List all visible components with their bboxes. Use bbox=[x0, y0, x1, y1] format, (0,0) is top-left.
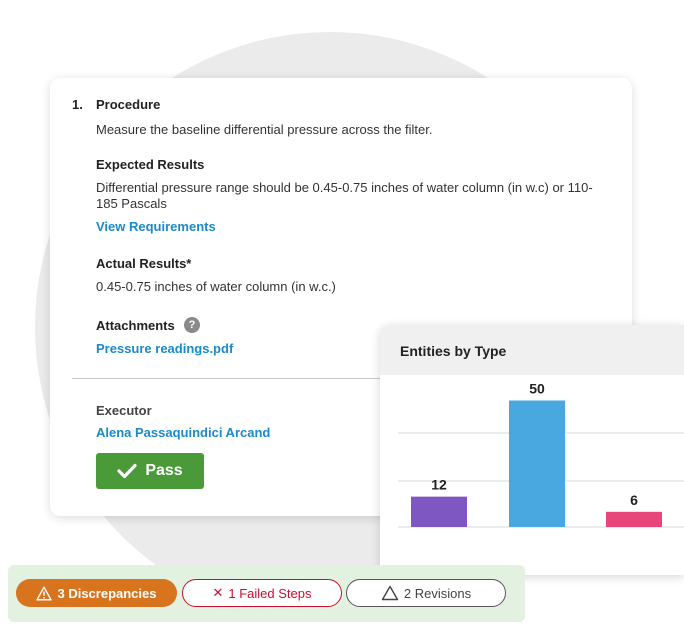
chart-bar bbox=[411, 496, 467, 527]
executor-label: Executor bbox=[96, 403, 152, 418]
procedure-heading: Procedure bbox=[96, 97, 161, 112]
actual-results-text: 0.45-0.75 inches of water column (in w.c… bbox=[96, 279, 336, 294]
chart-bar bbox=[606, 511, 662, 527]
expected-results-heading: Expected Results bbox=[96, 157, 205, 172]
revisions-label: 2 Revisions bbox=[403, 585, 472, 601]
procedure-text: Measure the baseline differential pressu… bbox=[96, 122, 433, 137]
warning-icon bbox=[36, 586, 53, 600]
chart-title: Entities by Type bbox=[400, 343, 507, 359]
bar-value-label: 6 bbox=[630, 492, 638, 508]
bar-value-label: 50 bbox=[529, 381, 545, 397]
step-number: 1. bbox=[72, 97, 83, 112]
failed-steps-badge[interactable]: ✕ 1 Failed Steps bbox=[182, 579, 342, 607]
chart-header: Entities by Type bbox=[380, 325, 684, 375]
chart-bar bbox=[509, 400, 565, 527]
discrepancies-badge[interactable]: 3 Discrepancies bbox=[16, 579, 177, 607]
expected-results-text: Differential pressure range should be 0.… bbox=[96, 180, 593, 211]
failed-steps-label: 1 Failed Steps bbox=[228, 585, 312, 601]
executor-name-link[interactable]: Alena Passaquindici Arcand bbox=[96, 425, 270, 440]
close-icon: ✕ bbox=[212, 585, 224, 600]
bar-chart: 12 50 6 bbox=[398, 381, 684, 528]
pass-button[interactable]: Pass bbox=[96, 453, 204, 489]
status-bar: 3 Discrepancies ✕ 1 Failed Steps 2 Revis… bbox=[8, 565, 525, 622]
triangle-icon bbox=[381, 585, 399, 601]
divider bbox=[72, 378, 392, 379]
checkmark-icon bbox=[117, 463, 137, 479]
attachment-file-link[interactable]: Pressure readings.pdf bbox=[96, 341, 233, 356]
actual-results-heading: Actual Results* bbox=[96, 256, 192, 271]
pass-button-label: Pass bbox=[145, 462, 183, 479]
view-requirements-link[interactable]: View Requirements bbox=[96, 219, 216, 234]
entities-chart-card: Entities by Type 12 50 6 bbox=[380, 325, 684, 575]
help-icon[interactable]: ? bbox=[184, 317, 200, 333]
revisions-badge[interactable]: 2 Revisions bbox=[346, 579, 506, 607]
attachments-heading: Attachments bbox=[96, 318, 175, 333]
discrepancies-label: 3 Discrepancies bbox=[57, 585, 157, 601]
bar-value-label: 12 bbox=[431, 477, 447, 493]
